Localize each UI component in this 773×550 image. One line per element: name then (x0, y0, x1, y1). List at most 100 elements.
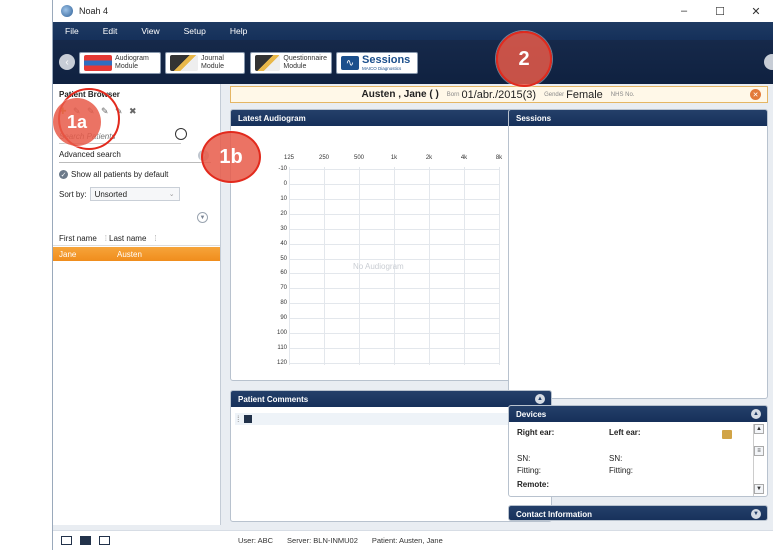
scroll-left-icon[interactable]: ‹ (59, 54, 75, 70)
audiogram-gridline-horizontal (289, 288, 499, 290)
latest-audiogram-panel: Latest Audiogram 125 250 500 1k 2k 4k 8k -10 0 10… (230, 109, 552, 381)
column-last-name[interactable]: Last name (109, 234, 146, 243)
maximize-button[interactable]: ☐ (702, 0, 738, 22)
audiogram-gridline-vertical (324, 167, 325, 365)
panel-header: Contact Information ▼ (509, 506, 767, 520)
panel-header: Patient Comments ▲ (231, 391, 551, 407)
audiogram-level-tick: 50 (280, 255, 287, 262)
remote-label: Remote: (517, 480, 550, 489)
audiogram-gridline-horizontal (289, 303, 499, 305)
search-icon[interactable] (175, 128, 187, 140)
grip-icon: ⁞ (237, 414, 240, 424)
audiogram-frequency-tick: 125 (283, 155, 295, 161)
patient-list-header: First name ⁞ Last name ⁞ (53, 232, 220, 246)
title-bar: Noah 4 – ☐ ✕ (53, 0, 773, 22)
scroll-thumb[interactable]: ≡ (754, 446, 764, 456)
save-icon[interactable] (243, 415, 252, 423)
edit-devices-icon[interactable] (722, 430, 732, 439)
questionnaire-module-button[interactable]: Questionnaire Module (250, 52, 332, 74)
minimize-button[interactable]: – (666, 0, 702, 22)
sort-value: Unsorted (94, 189, 128, 199)
audiogram-gridline-horizontal (289, 333, 499, 335)
patient-comments-panel: Patient Comments ▲ ⁞ ▾ (230, 390, 552, 522)
expand-down-icon[interactable]: ▼ (751, 509, 761, 519)
audiogram-level-tick: 30 (280, 225, 287, 232)
patient-browser: Patient Browser ✚ ✎ ✎ ✎ ✎ ✖ Advanced sea… (53, 84, 221, 525)
sort-select[interactable]: Unsorted ⌄ (89, 187, 180, 201)
menu-view[interactable]: View (129, 26, 171, 36)
checkbox-checked-icon[interactable]: ✓ (59, 170, 68, 179)
menu-edit[interactable]: Edit (91, 26, 130, 36)
patient-row-selected[interactable]: Jane Austen (53, 247, 220, 261)
status-user: User: ABC (238, 536, 274, 545)
module-toolbar: ‹ Audiogram Module Journal Module Question… (53, 40, 773, 84)
left-sn-label: SN: (609, 454, 623, 463)
audiogram-level-tick: 110 (277, 345, 287, 352)
gender-value: Female (566, 88, 603, 101)
delete-patient-icon[interactable]: ✖ (129, 106, 139, 116)
layout-switcher (61, 536, 110, 545)
audiogram-frequency-tick: 1k (390, 155, 398, 161)
devices-scrollbar[interactable]: ▲ ≡ ▼ (753, 424, 764, 496)
born-label: Born (446, 91, 460, 98)
audiogram-gridline-horizontal (289, 273, 499, 275)
sort-control: Sort by: Unsorted ⌄ (59, 187, 180, 201)
menu-file[interactable]: File (53, 26, 91, 36)
scroll-down-icon[interactable]: ▼ (754, 484, 764, 494)
callout-2: 2 (496, 31, 552, 87)
maico-logo-icon: ∿ (341, 56, 359, 70)
questionnaire-pen-icon (255, 55, 281, 71)
status-patient: Patient: Austen, Jane (371, 536, 443, 545)
advanced-search-link[interactable]: Advanced search (59, 150, 211, 163)
left-ear-label: Left ear: (609, 428, 641, 437)
window-title: Noah 4 (79, 6, 109, 16)
menu-help[interactable]: Help (218, 26, 259, 36)
close-button[interactable]: ✕ (738, 0, 773, 22)
layout-list-icon[interactable] (80, 536, 91, 545)
callout-1a: 1a (53, 98, 101, 146)
audiogram-level-tick: 0 (283, 180, 287, 187)
audiogram-sublabel: Module (115, 63, 138, 70)
contact-information-panel: Contact Information ▼ (508, 505, 768, 521)
maico-sublabel: MAICO Diagnostics (362, 66, 402, 71)
close-patient-icon[interactable]: ✕ (750, 89, 761, 100)
collapse-up-icon[interactable]: ▲ (535, 394, 545, 404)
sort-label: Sort by: (59, 189, 87, 199)
layout-grid-icon[interactable] (99, 536, 110, 545)
scroll-right-icon[interactable] (764, 54, 773, 70)
collapse-filters-icon[interactable]: ▼ (197, 212, 208, 223)
journal-label: Journal (201, 55, 224, 62)
audiogram-module-button[interactable]: Audiogram Module (79, 52, 161, 74)
patient-first-name: Jane (59, 249, 77, 259)
questionnaire-label: Questionnaire (283, 55, 327, 62)
show-all-option[interactable]: ✓ Show all patients by default (59, 170, 168, 179)
panel-header: Latest Audiogram (231, 110, 551, 126)
panel-header: Sessions (509, 110, 767, 126)
audiogram-gridline-horizontal (289, 363, 499, 364)
menu-setup[interactable]: Setup (172, 26, 218, 36)
right-ear-label: Right ear: (517, 428, 555, 437)
sessions-label: Sessions (362, 54, 411, 66)
journal-pen-icon (170, 55, 198, 71)
scroll-up-icon[interactable]: ▲ (754, 424, 764, 434)
patient-name: Austen , Jane ( ) (361, 89, 439, 100)
column-separator[interactable]: ⁞ (154, 234, 156, 243)
sessions-panel: Sessions (508, 109, 768, 399)
journal-module-button[interactable]: Journal Module (165, 52, 245, 74)
sessions-module-button[interactable]: ∿ Sessions MAICO Diagnostics (336, 52, 418, 74)
panel-header: Devices ▲ (509, 406, 767, 422)
desktop-margin (0, 0, 52, 550)
audiogram-frequency-tick: 500 (353, 155, 365, 161)
collapse-up-icon[interactable]: ▲ (751, 409, 761, 419)
audiogram-gridline-horizontal (289, 213, 499, 215)
journal-sublabel: Module (201, 63, 224, 70)
comments-panel-title: Patient Comments (238, 394, 309, 404)
layout-split-icon[interactable] (61, 536, 72, 545)
audiogram-gridline-horizontal (289, 228, 499, 230)
column-separator[interactable]: ⁞ (105, 234, 107, 243)
noah-logo-icon (61, 5, 73, 17)
right-fitting-label: Fitting: (517, 466, 542, 475)
audiogram-gridline-horizontal (289, 243, 499, 245)
column-first-name[interactable]: First name (53, 234, 97, 243)
nhs-label: NHS No. (610, 91, 635, 98)
